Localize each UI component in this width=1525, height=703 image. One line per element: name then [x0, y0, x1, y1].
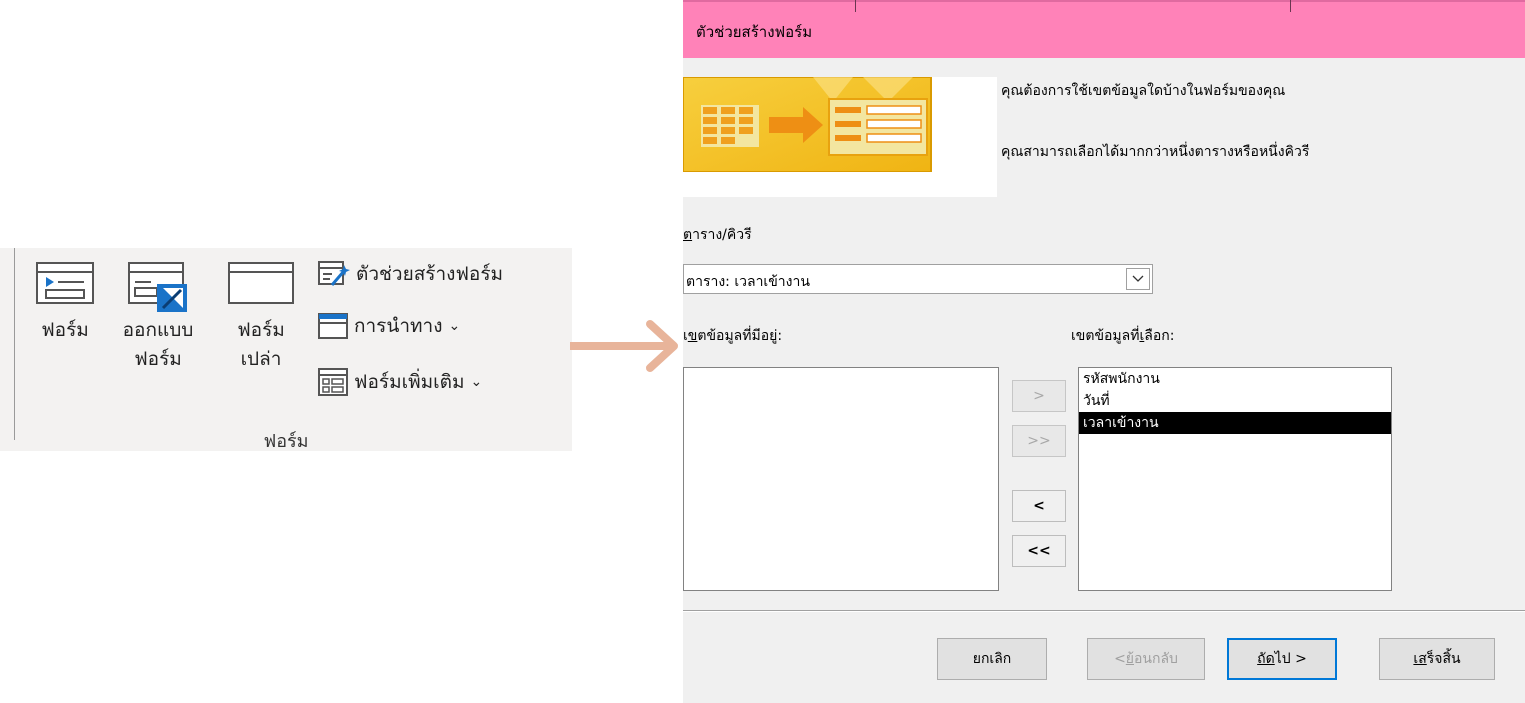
list-item[interactable]: รหัสพนักงาน — [1079, 368, 1391, 390]
form-button[interactable]: ฟอร์ม — [36, 262, 94, 345]
back-button[interactable]: < ย้ อนกลับ — [1087, 638, 1205, 680]
add-field-button[interactable]: > — [1012, 380, 1066, 412]
add-field-label: > — [1033, 388, 1045, 404]
remove-field-label: < — [1033, 498, 1045, 514]
finish-label-mnemonic: เส — [1413, 651, 1427, 667]
table-query-mnemonic: ต — [683, 227, 693, 243]
dialog-titlebar: ตัวช่วยสร้างฟอร์ม — [683, 0, 1525, 58]
dialog-title: ตัวช่วยสร้างฟอร์ม — [696, 23, 813, 41]
next-label-rest: ไป > — [1274, 651, 1307, 667]
ribbon-separator — [14, 248, 15, 440]
chevron-down-icon: ⌄ — [470, 374, 483, 390]
table-query-select[interactable]: ตาราง: เวลาเข้างาน — [683, 264, 1153, 294]
more-forms-icon — [318, 368, 348, 396]
remove-all-fields-button[interactable]: << — [1012, 535, 1066, 567]
wizard-banner-image — [683, 77, 932, 172]
titlebar-top-line — [683, 0, 1525, 2]
form-design-icon — [128, 262, 187, 312]
next-button[interactable]: ถัด ไป > — [1227, 638, 1337, 680]
table-query-label: ตาราง/คิวรี — [683, 224, 752, 246]
more-forms-label: ฟอร์มเพิ่มเติม — [354, 371, 465, 393]
list-item-selected[interactable]: เวลาเข้างาน — [1079, 412, 1391, 434]
divider-highlight — [683, 611, 1525, 612]
blank-form-label-line1: ฟอร์ม — [237, 319, 285, 341]
add-all-label: >> — [1027, 433, 1051, 449]
wizard-prompt-tables: คุณสามารถเลือกได้มากกว่าหนึ่งตารางหรือหน… — [1001, 144, 1310, 160]
add-all-fields-button[interactable]: >> — [1012, 425, 1066, 457]
selected-fields-label: เขตข้อมูลที่เลือก: — [1071, 325, 1174, 347]
cancel-button[interactable]: ยกเลิก — [937, 638, 1047, 680]
blank-form-icon — [228, 262, 294, 304]
more-forms-button[interactable]: ฟอร์มเพิ่มเติม ⌄ — [318, 366, 482, 398]
form-wizard-label: ตัวช่วยสร้างฟอร์ม — [356, 263, 504, 285]
navigation-button[interactable]: การนำทาง ⌄ — [318, 310, 460, 342]
wizard-banner — [683, 77, 997, 197]
form-design-label-line2: ฟอร์ม — [134, 348, 182, 370]
form-wizard-button[interactable]: ตัวช่วยสร้างฟอร์ม — [318, 258, 503, 290]
back-label-mnemonic: ย้ — [1125, 651, 1134, 667]
navigation-form-icon — [318, 313, 348, 339]
arrow-icon — [570, 320, 678, 372]
form-design-button[interactable]: ออกแบบ ฟอร์ม — [118, 262, 198, 374]
wizard-prompt-fields: คุณต้องการใช้เขตข้อมูลใดบ้างในฟอร์มของคุ… — [1001, 83, 1286, 99]
selected-label-rest: ลือก: — [1144, 328, 1175, 344]
form-wizard-dialog: ตัวช่วยสร้างฟอร์ม คุณต้องการใช้เขตข้อมูล… — [683, 0, 1525, 703]
finish-label-rest: ร็จสิ้น — [1426, 651, 1461, 667]
next-label-mnemonic: ถัด — [1257, 651, 1275, 667]
form-button-label: ฟอร์ม — [41, 319, 89, 341]
ribbon-forms-group: ฟอร์ม ออกแบบ ฟอร์ม ฟอร์ม เปล่า ตัวช่วยสร… — [0, 248, 572, 452]
finish-button[interactable]: เส ร็จสิ้น — [1379, 638, 1495, 680]
table-query-value: ตาราง: เวลาเข้างาน — [686, 274, 810, 290]
list-item[interactable]: วันที่ — [1079, 390, 1391, 412]
form-wizard-icon — [318, 261, 350, 286]
available-fields-label: เขตข้อมูลที่มีอยู่: — [683, 325, 782, 347]
available-label-mnemonic: ข — [687, 328, 698, 344]
form-design-label-line1: ออกแบบ — [122, 319, 194, 341]
chevron-down-icon: ⌄ — [448, 318, 461, 334]
cancel-label: ยกเลิก — [972, 651, 1012, 667]
table-query-label-rest: าราง/คิวรี — [692, 227, 752, 243]
available-label-rest: ตข้อมูลที่มีอยู่: — [697, 328, 783, 344]
back-label-rest: อนกลับ — [1134, 651, 1178, 667]
titlebar-tick — [1290, 0, 1291, 12]
selected-fields-list[interactable]: รหัสพนักงาน วันที่ เวลาเข้างาน — [1078, 367, 1392, 591]
navigation-label: การนำทาง — [354, 315, 443, 337]
titlebar-tick — [855, 0, 856, 12]
available-fields-list[interactable] — [683, 367, 999, 591]
selected-label-pre: เขตข้อมูลที่ — [1071, 328, 1140, 344]
blank-form-button[interactable]: ฟอร์ม เปล่า — [228, 262, 294, 374]
blank-form-label-line2: เปล่า — [240, 348, 282, 370]
remove-field-button[interactable]: < — [1012, 490, 1066, 522]
ribbon-group-label: ฟอร์ม — [263, 431, 309, 452]
remove-all-label: << — [1027, 543, 1051, 559]
back-label-pre: < — [1114, 651, 1126, 667]
form-icon — [36, 262, 94, 304]
chevron-down-icon[interactable] — [1126, 268, 1150, 290]
